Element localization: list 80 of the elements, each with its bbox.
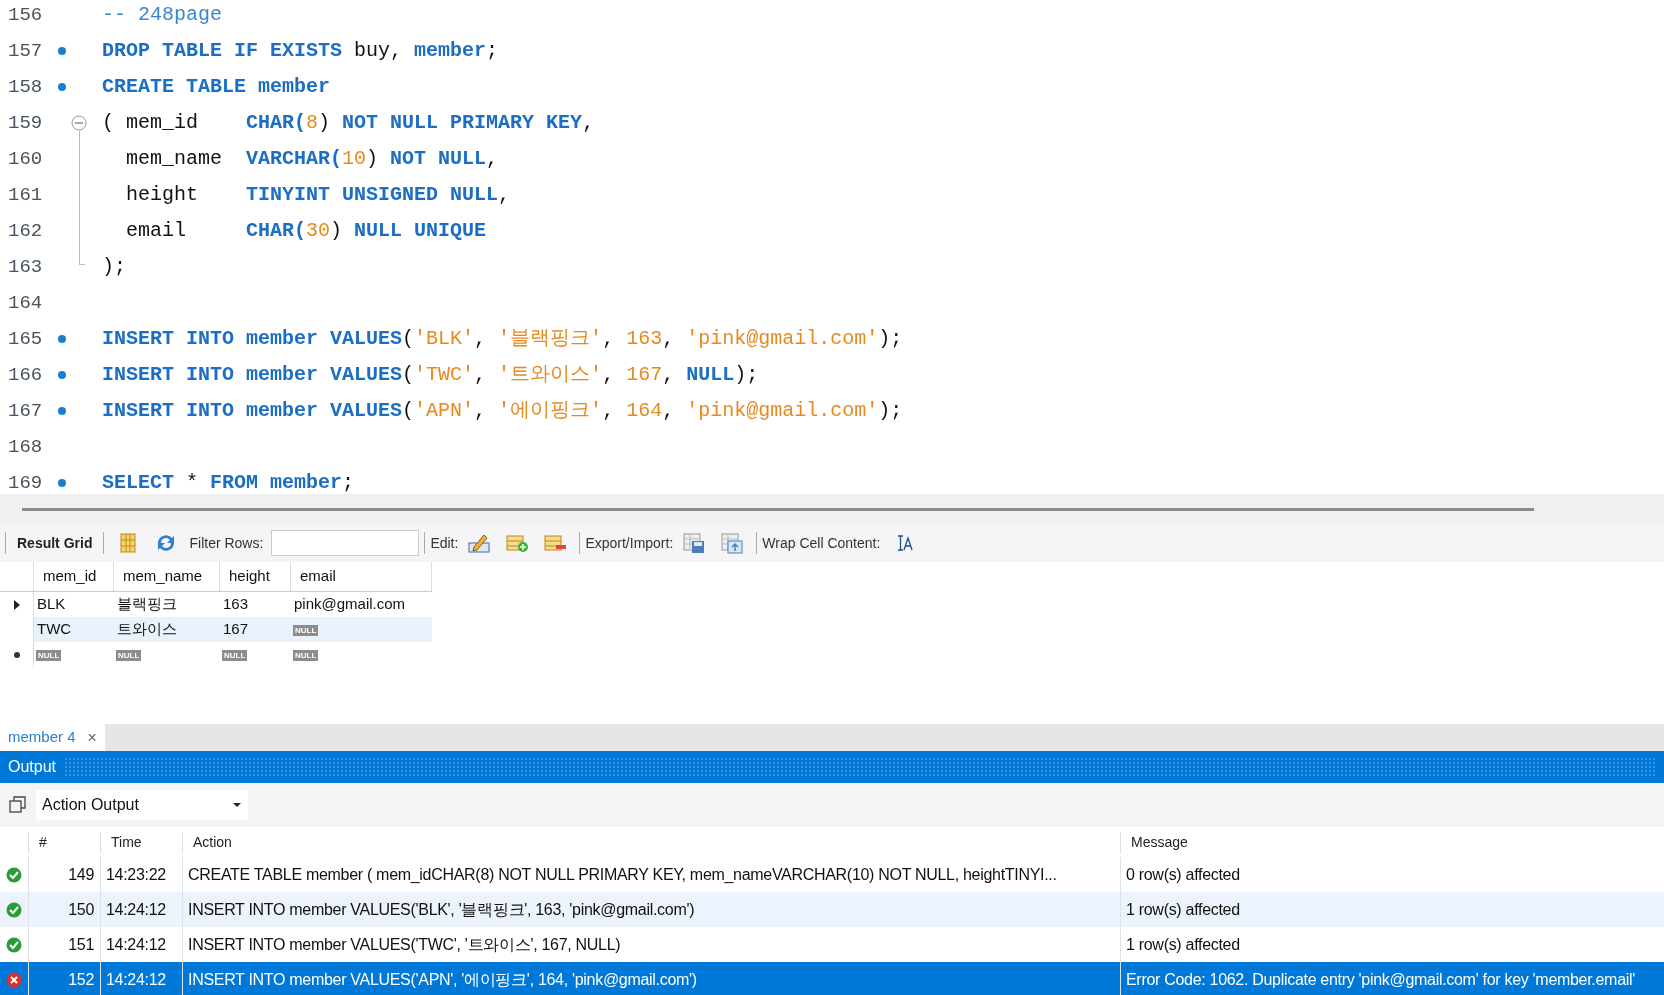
message-cell-text: 1 row(s) affected xyxy=(1126,934,1240,955)
code-line: CREATE TABLE member xyxy=(102,74,331,100)
wrap-cell-label: Wrap Cell Content: xyxy=(762,533,881,553)
row-number: 150 xyxy=(68,899,94,920)
code-line: ); xyxy=(102,254,126,280)
code-line: DROP TABLE IF EXISTS buy, member; xyxy=(102,38,499,64)
row-number: 152 xyxy=(68,969,94,990)
line-number: 160 xyxy=(7,146,44,172)
column-header[interactable]: Action xyxy=(182,832,1120,853)
filter-field[interactable] xyxy=(271,530,420,556)
message-cell-text: 1 row(s) affected xyxy=(1126,899,1240,920)
caret-icon xyxy=(232,802,242,808)
edit-label: Edit: xyxy=(430,533,459,553)
code-line: INSERT INTO member VALUES('TWC', '트와이스', 167, NULL); xyxy=(102,362,759,388)
time-cell-text: 14:24:12 xyxy=(106,969,166,990)
time-cell-text: 14:24:12 xyxy=(106,899,166,920)
message-cell-text: Error Code: 1062. Duplicate entry 'pink@gmail.com' for key 'member.email' xyxy=(1126,969,1635,990)
table-cell-text: 트와이스 xyxy=(117,619,177,640)
code-line: height TINYINT UNSIGNED NULL, xyxy=(125,182,511,208)
result-grid-tab[interactable]: Result Grid xyxy=(11,532,99,554)
time-cell-text: 14:23:22 xyxy=(106,864,166,885)
line-number: 166 xyxy=(7,362,44,388)
table-cell-text: 163 xyxy=(223,594,249,615)
column-header[interactable]: Time xyxy=(100,832,182,853)
code-line: -- 248page xyxy=(102,2,223,28)
line-number: 161 xyxy=(7,182,44,208)
output-row[interactable]: 152 14:24:12 INSERT INTO member VALUES('APN', '에이핑크', 164, 'pink@gmail.com') Error Code: 1062. Duplicate entry 'pink@gmail.com' for key 'member.email' xyxy=(0,962,1664,995)
table-cell-text: TWC xyxy=(37,619,72,640)
line-number: 167 xyxy=(7,398,44,424)
column-header[interactable]: # xyxy=(28,832,100,853)
table-row[interactable]: TWC 트와이스 167 NULL xyxy=(34,617,432,642)
copy-icon[interactable] xyxy=(8,795,28,815)
row-number: 149 xyxy=(68,864,94,885)
filter-label: Filter Rows: xyxy=(189,533,264,553)
horizontal-scrollbar[interactable] xyxy=(22,507,1534,511)
action-cell-text: INSERT INTO member VALUES('BLK', '블랙핑크', 163, 'pink@gmail.com') xyxy=(188,899,695,920)
column-header[interactable]: email xyxy=(291,562,432,591)
line-number: 164 xyxy=(7,290,44,316)
message-cell-text: 0 row(s) affected xyxy=(1126,864,1240,885)
line-number: 156 xyxy=(7,2,44,28)
close-button[interactable]: × xyxy=(87,725,97,750)
code-line: mem_name VARCHAR(10) NOT NULL, xyxy=(125,146,499,172)
code-line: INSERT INTO member VALUES('APN', '에이핑크', 164, 'pink@gmail.com'); xyxy=(102,398,903,424)
table-cell-text: 블랙핑크 xyxy=(117,594,177,615)
output-dropdown[interactable]: Action Output xyxy=(36,790,248,820)
line-number: 169 xyxy=(7,470,44,496)
null-badge: NULL xyxy=(116,650,142,661)
collapse-icon[interactable] xyxy=(71,115,87,131)
null-badge: NULL xyxy=(36,650,62,661)
null-badge: NULL xyxy=(222,650,248,661)
result-tab[interactable]: member 4 × xyxy=(0,724,105,751)
output-row[interactable]: 150 14:24:12 INSERT INTO member VALUES('BLK', '블랙핑크', 163, 'pink@gmail.com') 1 row(s) affected xyxy=(0,892,1664,927)
row-number: 151 xyxy=(68,934,94,955)
table-cell-text: 167 xyxy=(223,619,249,640)
action-cell-text: CREATE TABLE member ( mem_idCHAR(8) NOT NULL PRIMARY KEY, mem_nameVARCHAR(10) NOT NULL, heightTINYI... xyxy=(188,864,1057,885)
import-icon[interactable] xyxy=(719,531,746,555)
code-line: ( mem_id CHAR(8) NOT NULL PRIMARY KEY, xyxy=(102,110,595,136)
column-header[interactable]: mem_name xyxy=(114,562,220,591)
action-cell-text: INSERT INTO member VALUES('APN', '에이핑크', 164, 'pink@gmail.com') xyxy=(188,969,697,990)
column-header[interactable]: Message xyxy=(1120,832,1664,853)
line-number: 168 xyxy=(7,434,44,460)
column-header[interactable]: height xyxy=(220,562,291,591)
null-badge: NULL xyxy=(293,650,319,661)
table-cell-text: BLK xyxy=(37,594,66,615)
line-number: 159 xyxy=(7,110,44,136)
time-cell-text: 14:24:12 xyxy=(106,934,166,955)
line-number: 165 xyxy=(7,326,44,352)
action-cell-text: INSERT INTO member VALUES('TWC', '트와이스', 167, NULL) xyxy=(188,934,621,955)
code-line: email CHAR(30) NULL UNIQUE xyxy=(125,218,487,244)
line-number: 162 xyxy=(7,218,44,244)
code-line: SELECT * FROM member; xyxy=(102,470,355,496)
panel-title: Output xyxy=(8,757,57,777)
table-cell-text: pink@gmail.com xyxy=(294,594,406,615)
line-number: 157 xyxy=(7,38,44,64)
code-line: INSERT INTO member VALUES('BLK', '블랙핑크', 163, 'pink@gmail.com'); xyxy=(102,326,903,352)
null-badge: NULL xyxy=(293,625,319,636)
line-number: 158 xyxy=(7,74,44,100)
column-header[interactable]: mem_id xyxy=(34,562,114,591)
line-number: 163 xyxy=(7,254,44,280)
export-import-label: Export/Import: xyxy=(585,533,674,553)
